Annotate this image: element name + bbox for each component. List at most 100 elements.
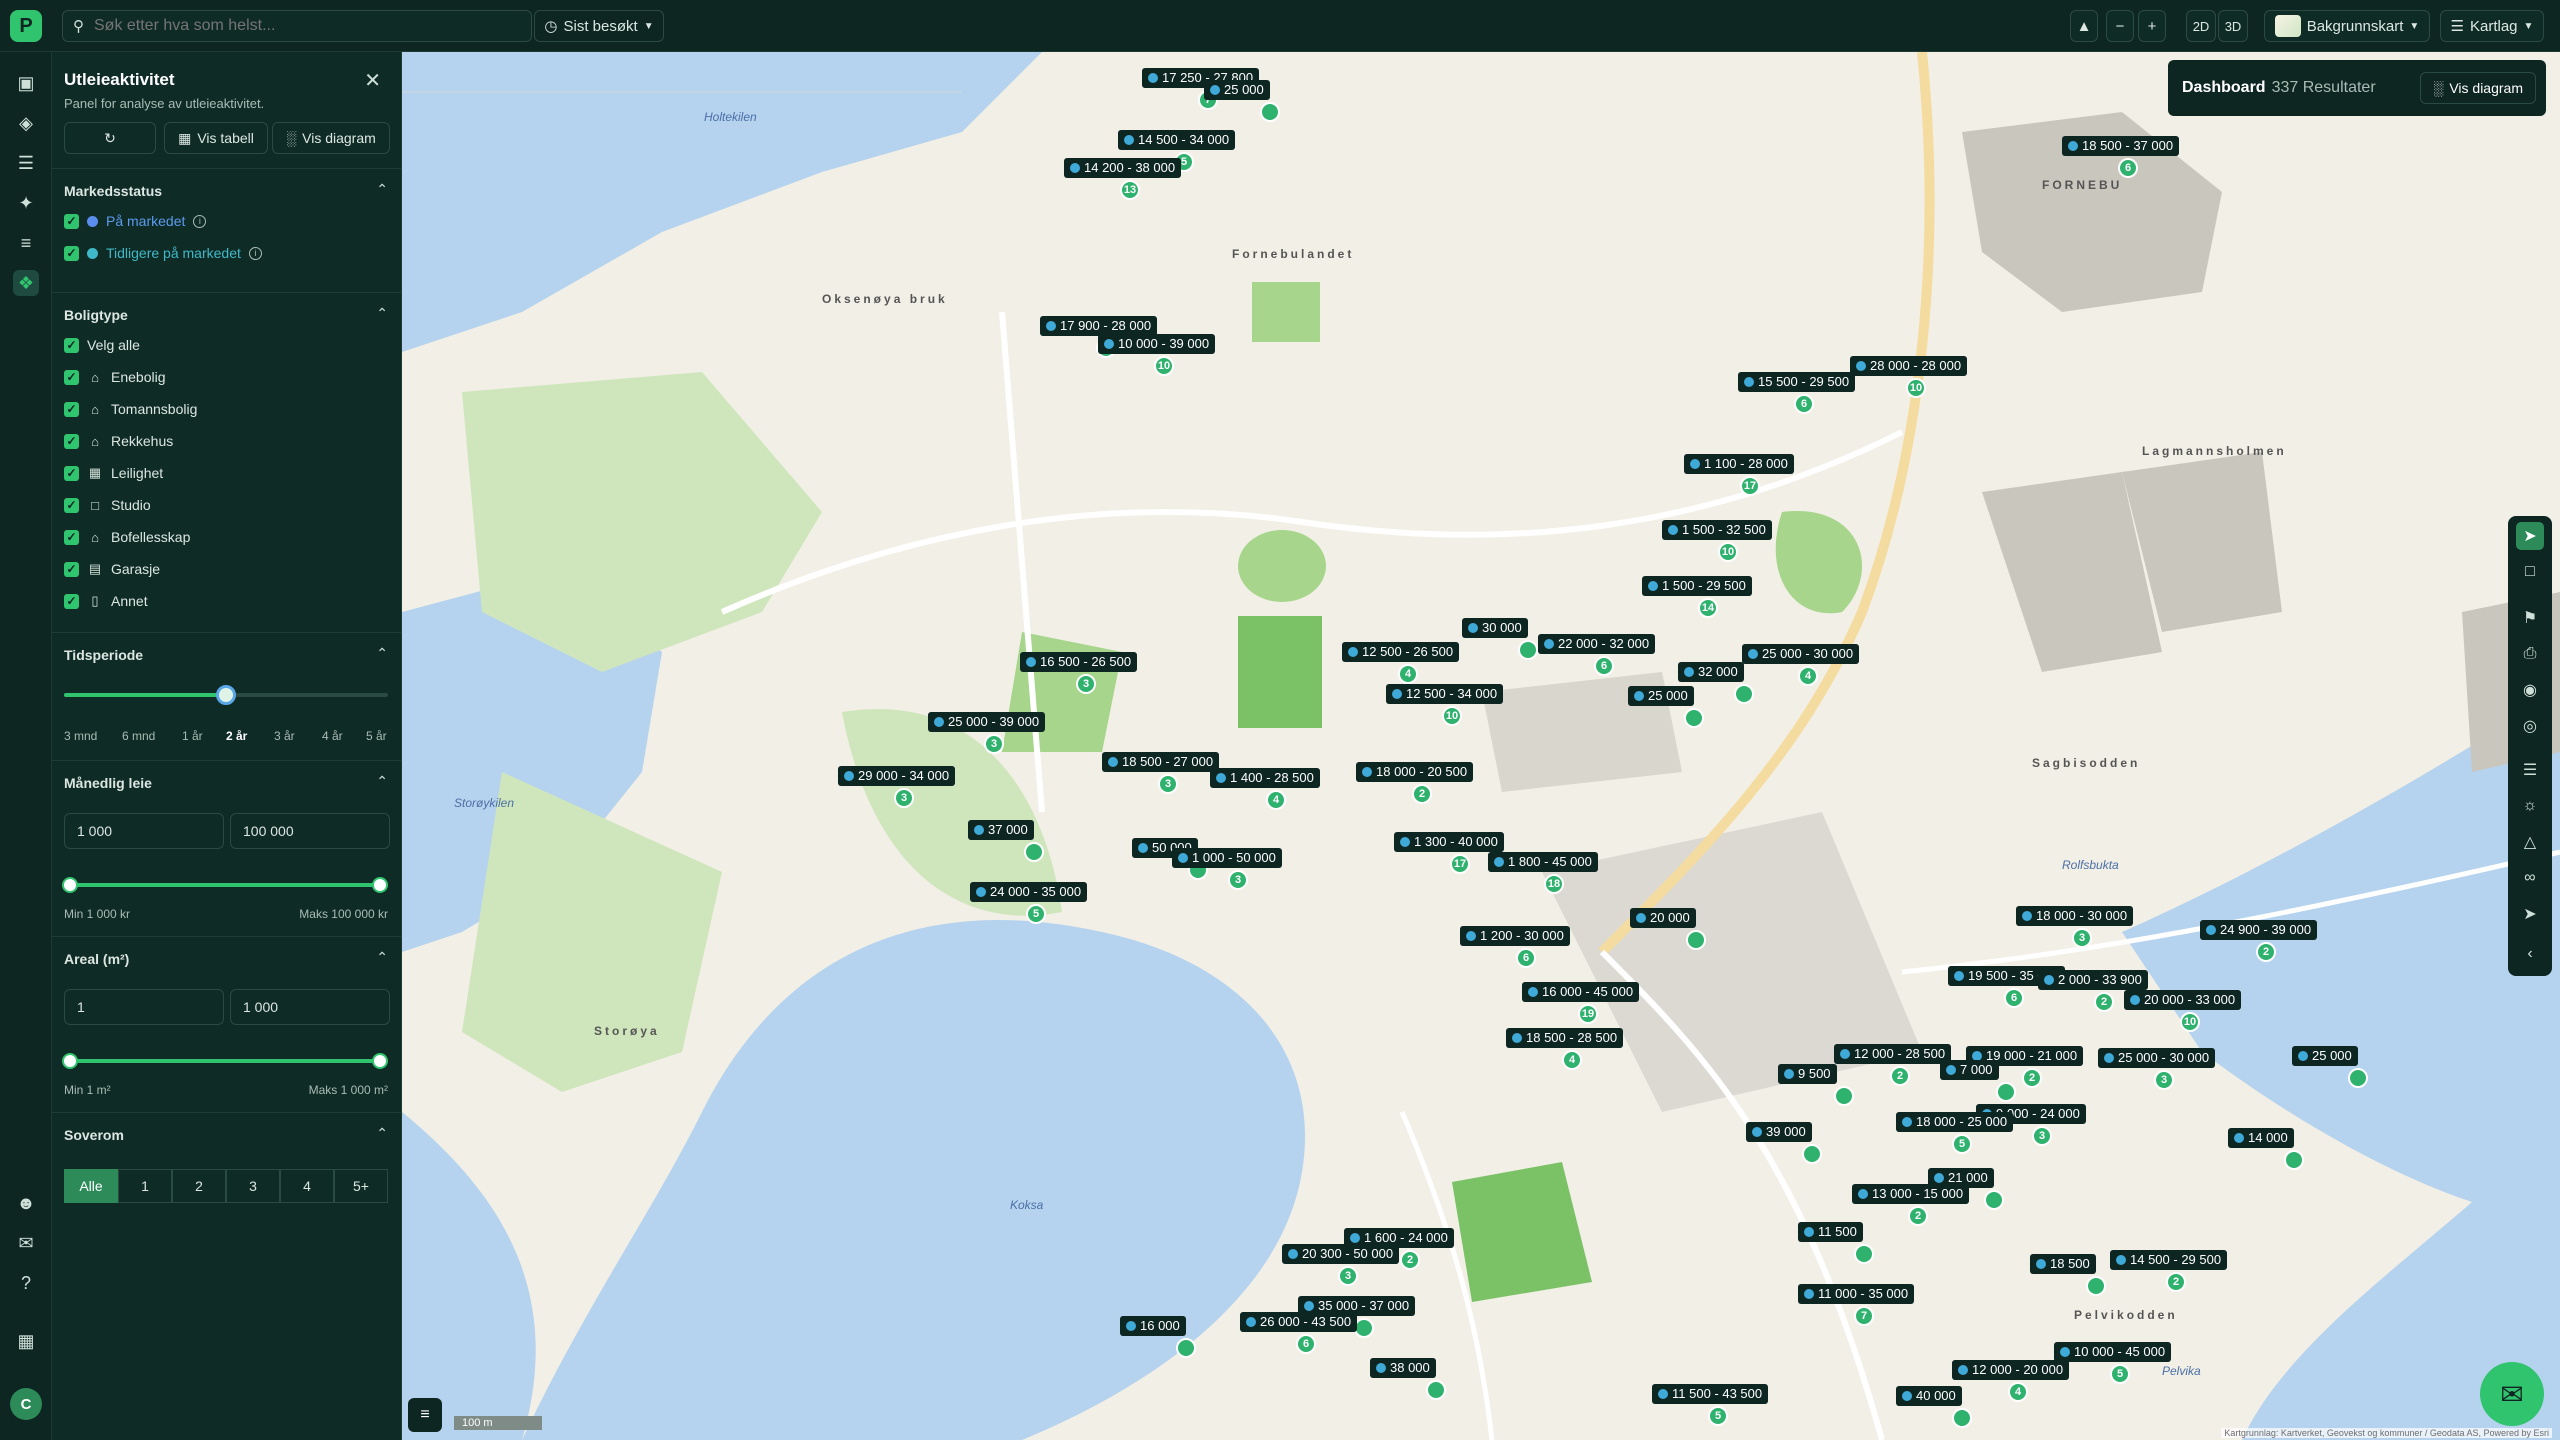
layers-stack-icon[interactable]: ☰ xyxy=(2516,756,2544,784)
pointer-icon[interactable]: ➤ xyxy=(2516,522,2544,550)
recent-button[interactable]: ◷ Sist besøkt ▼ xyxy=(534,10,664,42)
listing-count-marker[interactable] xyxy=(1518,640,1538,660)
rent-min-field[interactable] xyxy=(64,813,224,849)
price-range-label[interactable]: 14 500 - 34 000 xyxy=(1118,130,1236,150)
price-range-label[interactable]: 18 500 xyxy=(2030,1254,2096,1274)
price-range-label[interactable]: 30 000 xyxy=(1462,618,1528,638)
price-range-label[interactable]: 39 000 xyxy=(1746,1122,1812,1142)
bedrooms-option-all[interactable]: Alle xyxy=(64,1169,118,1203)
price-range-label[interactable]: 26 000 - 43 500 xyxy=(1240,1312,1358,1332)
camera-icon[interactable]: ◉ xyxy=(2516,676,2544,704)
listing-count-marker[interactable]: 3 xyxy=(2072,928,2092,948)
price-range-label[interactable]: 11 000 - 35 000 xyxy=(1798,1284,1915,1304)
listing-count-marker[interactable]: 17 xyxy=(1450,854,1470,874)
price-range-label[interactable]: 38 000 xyxy=(1370,1358,1436,1378)
area-max-thumb[interactable] xyxy=(372,1053,388,1069)
housing-row[interactable]: ✓ ▯ Annet xyxy=(64,591,148,611)
listing-count-marker[interactable] xyxy=(2086,1276,2106,1296)
view-2d-button[interactable]: 2D xyxy=(2186,10,2216,42)
chevron-up-icon[interactable]: ⌃ xyxy=(376,645,388,662)
price-range-label[interactable]: 18 000 - 25 000 xyxy=(1896,1112,2014,1132)
listing-count-marker[interactable]: 2 xyxy=(2022,1068,2042,1088)
rent-max-input[interactable] xyxy=(243,823,389,839)
housing-row[interactable]: ✓ □ Studio xyxy=(64,495,151,515)
listing-count-marker[interactable] xyxy=(1834,1086,1854,1106)
price-range-label[interactable]: 28 000 - 28 000 xyxy=(1850,356,1968,376)
legend-button[interactable]: ≡ xyxy=(408,1398,442,1432)
listing-count-marker[interactable] xyxy=(1260,102,1280,122)
price-range-label[interactable]: 10 000 - 45 000 xyxy=(2054,1342,2172,1362)
price-range-label[interactable]: 2 000 - 33 900 xyxy=(2038,970,2148,990)
user-avatar[interactable]: C xyxy=(10,1388,42,1420)
collapse-chevron-icon[interactable]: ‹ xyxy=(2516,940,2544,968)
price-range-label[interactable]: 1 800 - 45 000 xyxy=(1488,852,1598,872)
route-icon[interactable]: ∞ xyxy=(2516,864,2544,892)
price-range-label[interactable]: 16 000 - 45 000 xyxy=(1522,982,1640,1002)
rent-min-input[interactable] xyxy=(77,823,223,839)
listing-count-marker[interactable] xyxy=(1176,1338,1196,1358)
price-range-label[interactable]: 18 500 - 37 000 xyxy=(2062,136,2180,156)
price-range-label[interactable]: 20 300 - 50 000 xyxy=(1282,1244,1400,1264)
listing-count-marker[interactable] xyxy=(1734,684,1754,704)
checkbox[interactable]: ✓ xyxy=(64,593,79,609)
price-range-label[interactable]: 24 000 - 35 000 xyxy=(970,882,1088,902)
listing-count-marker[interactable]: 4 xyxy=(1562,1050,1582,1070)
listing-count-marker[interactable] xyxy=(1024,842,1044,862)
listing-count-marker[interactable]: 2 xyxy=(1908,1206,1928,1226)
price-range-label[interactable]: 11 500 xyxy=(1798,1222,1863,1242)
map-canvas[interactable]: Holtekilen Storøykilen Koksa Rolfsbukta Pelv… xyxy=(402,52,2560,1440)
price-range-label[interactable]: 24 900 - 39 000 xyxy=(2200,920,2318,940)
listing-count-marker[interactable]: 3 xyxy=(2154,1070,2174,1090)
checkbox[interactable]: ✓ xyxy=(64,369,79,385)
rental-activity-icon[interactable]: ❖ xyxy=(13,270,39,296)
listing-count-marker[interactable]: 7 xyxy=(1854,1306,1874,1326)
listing-count-marker[interactable]: 10 xyxy=(1718,542,1738,562)
market-previous-row[interactable]: ✓ Tidligere på markedet i xyxy=(64,243,262,263)
listing-count-marker[interactable] xyxy=(1802,1144,1822,1164)
listing-count-marker[interactable]: 5 xyxy=(1952,1134,1972,1154)
listing-count-marker[interactable]: 6 xyxy=(2004,988,2024,1008)
checkbox[interactable]: ✓ xyxy=(64,529,79,545)
reset-button[interactable]: ↻ xyxy=(64,122,156,154)
chevron-up-icon[interactable]: ⌃ xyxy=(376,181,388,198)
price-range-label[interactable]: 12 000 - 28 500 xyxy=(1834,1044,1952,1064)
zoom-out-button[interactable]: − xyxy=(2106,10,2134,42)
listing-count-marker[interactable]: 2 xyxy=(1412,784,1432,804)
listing-count-marker[interactable]: 6 xyxy=(1296,1334,1316,1354)
chevron-up-icon[interactable]: ⌃ xyxy=(376,949,388,966)
price-range-label[interactable]: 29 000 - 34 000 xyxy=(838,766,956,786)
show-chart-button[interactable]: ░ Vis diagram xyxy=(272,122,390,154)
listing-count-marker[interactable]: 2 xyxy=(1890,1066,1910,1086)
area-range-track[interactable] xyxy=(70,1059,384,1063)
checkbox[interactable]: ✓ xyxy=(64,497,79,513)
market-on-row[interactable]: ✓ På markedet i xyxy=(64,211,207,231)
bedrooms-option-2[interactable]: 2 xyxy=(172,1169,226,1203)
price-range-label[interactable]: 22 000 - 32 000 xyxy=(1538,634,1656,654)
price-range-label[interactable]: 1 000 - 50 000 xyxy=(1172,848,1282,868)
area-max-input[interactable] xyxy=(243,999,389,1015)
area-min-field[interactable] xyxy=(64,989,224,1025)
help-icon[interactable]: ? xyxy=(13,1270,39,1296)
listing-count-marker[interactable]: 2 xyxy=(2256,942,2276,962)
housing-row[interactable]: ✓ ⌂ Rekkehus xyxy=(64,431,173,451)
rent-max-thumb[interactable] xyxy=(372,877,388,893)
area-max-field[interactable] xyxy=(230,989,390,1025)
dashboard-chart-button[interactable]: ░ Vis diagram xyxy=(2420,72,2536,104)
price-range-label[interactable]: 14 000 xyxy=(2228,1128,2294,1148)
price-range-label[interactable]: 1 400 - 28 500 xyxy=(1210,768,1320,788)
listing-count-marker[interactable]: 6 xyxy=(1794,394,1814,414)
chat-button[interactable]: ✉ xyxy=(2480,1362,2544,1426)
price-range-label[interactable]: 18 000 - 20 500 xyxy=(1356,762,1474,782)
listing-count-marker[interactable]: 17 xyxy=(1740,476,1760,496)
listing-count-marker[interactable]: 6 xyxy=(2118,158,2138,178)
price-range-label[interactable]: 16 500 - 26 500 xyxy=(1020,652,1138,672)
price-range-label[interactable]: 18 000 - 30 000 xyxy=(2016,906,2134,926)
price-range-label[interactable]: 14 200 - 38 000 xyxy=(1064,158,1182,178)
user-add-icon[interactable]: ☻ xyxy=(13,1190,39,1216)
bedrooms-option-4[interactable]: 4 xyxy=(280,1169,334,1203)
listing-count-marker[interactable]: 4 xyxy=(2008,1382,2028,1402)
sparkle-icon[interactable]: ✦ xyxy=(13,190,39,216)
checkbox[interactable]: ✓ xyxy=(64,245,79,261)
listing-count-marker[interactable]: 3 xyxy=(894,788,914,808)
listing-count-marker[interactable]: 10 xyxy=(2180,1012,2200,1032)
